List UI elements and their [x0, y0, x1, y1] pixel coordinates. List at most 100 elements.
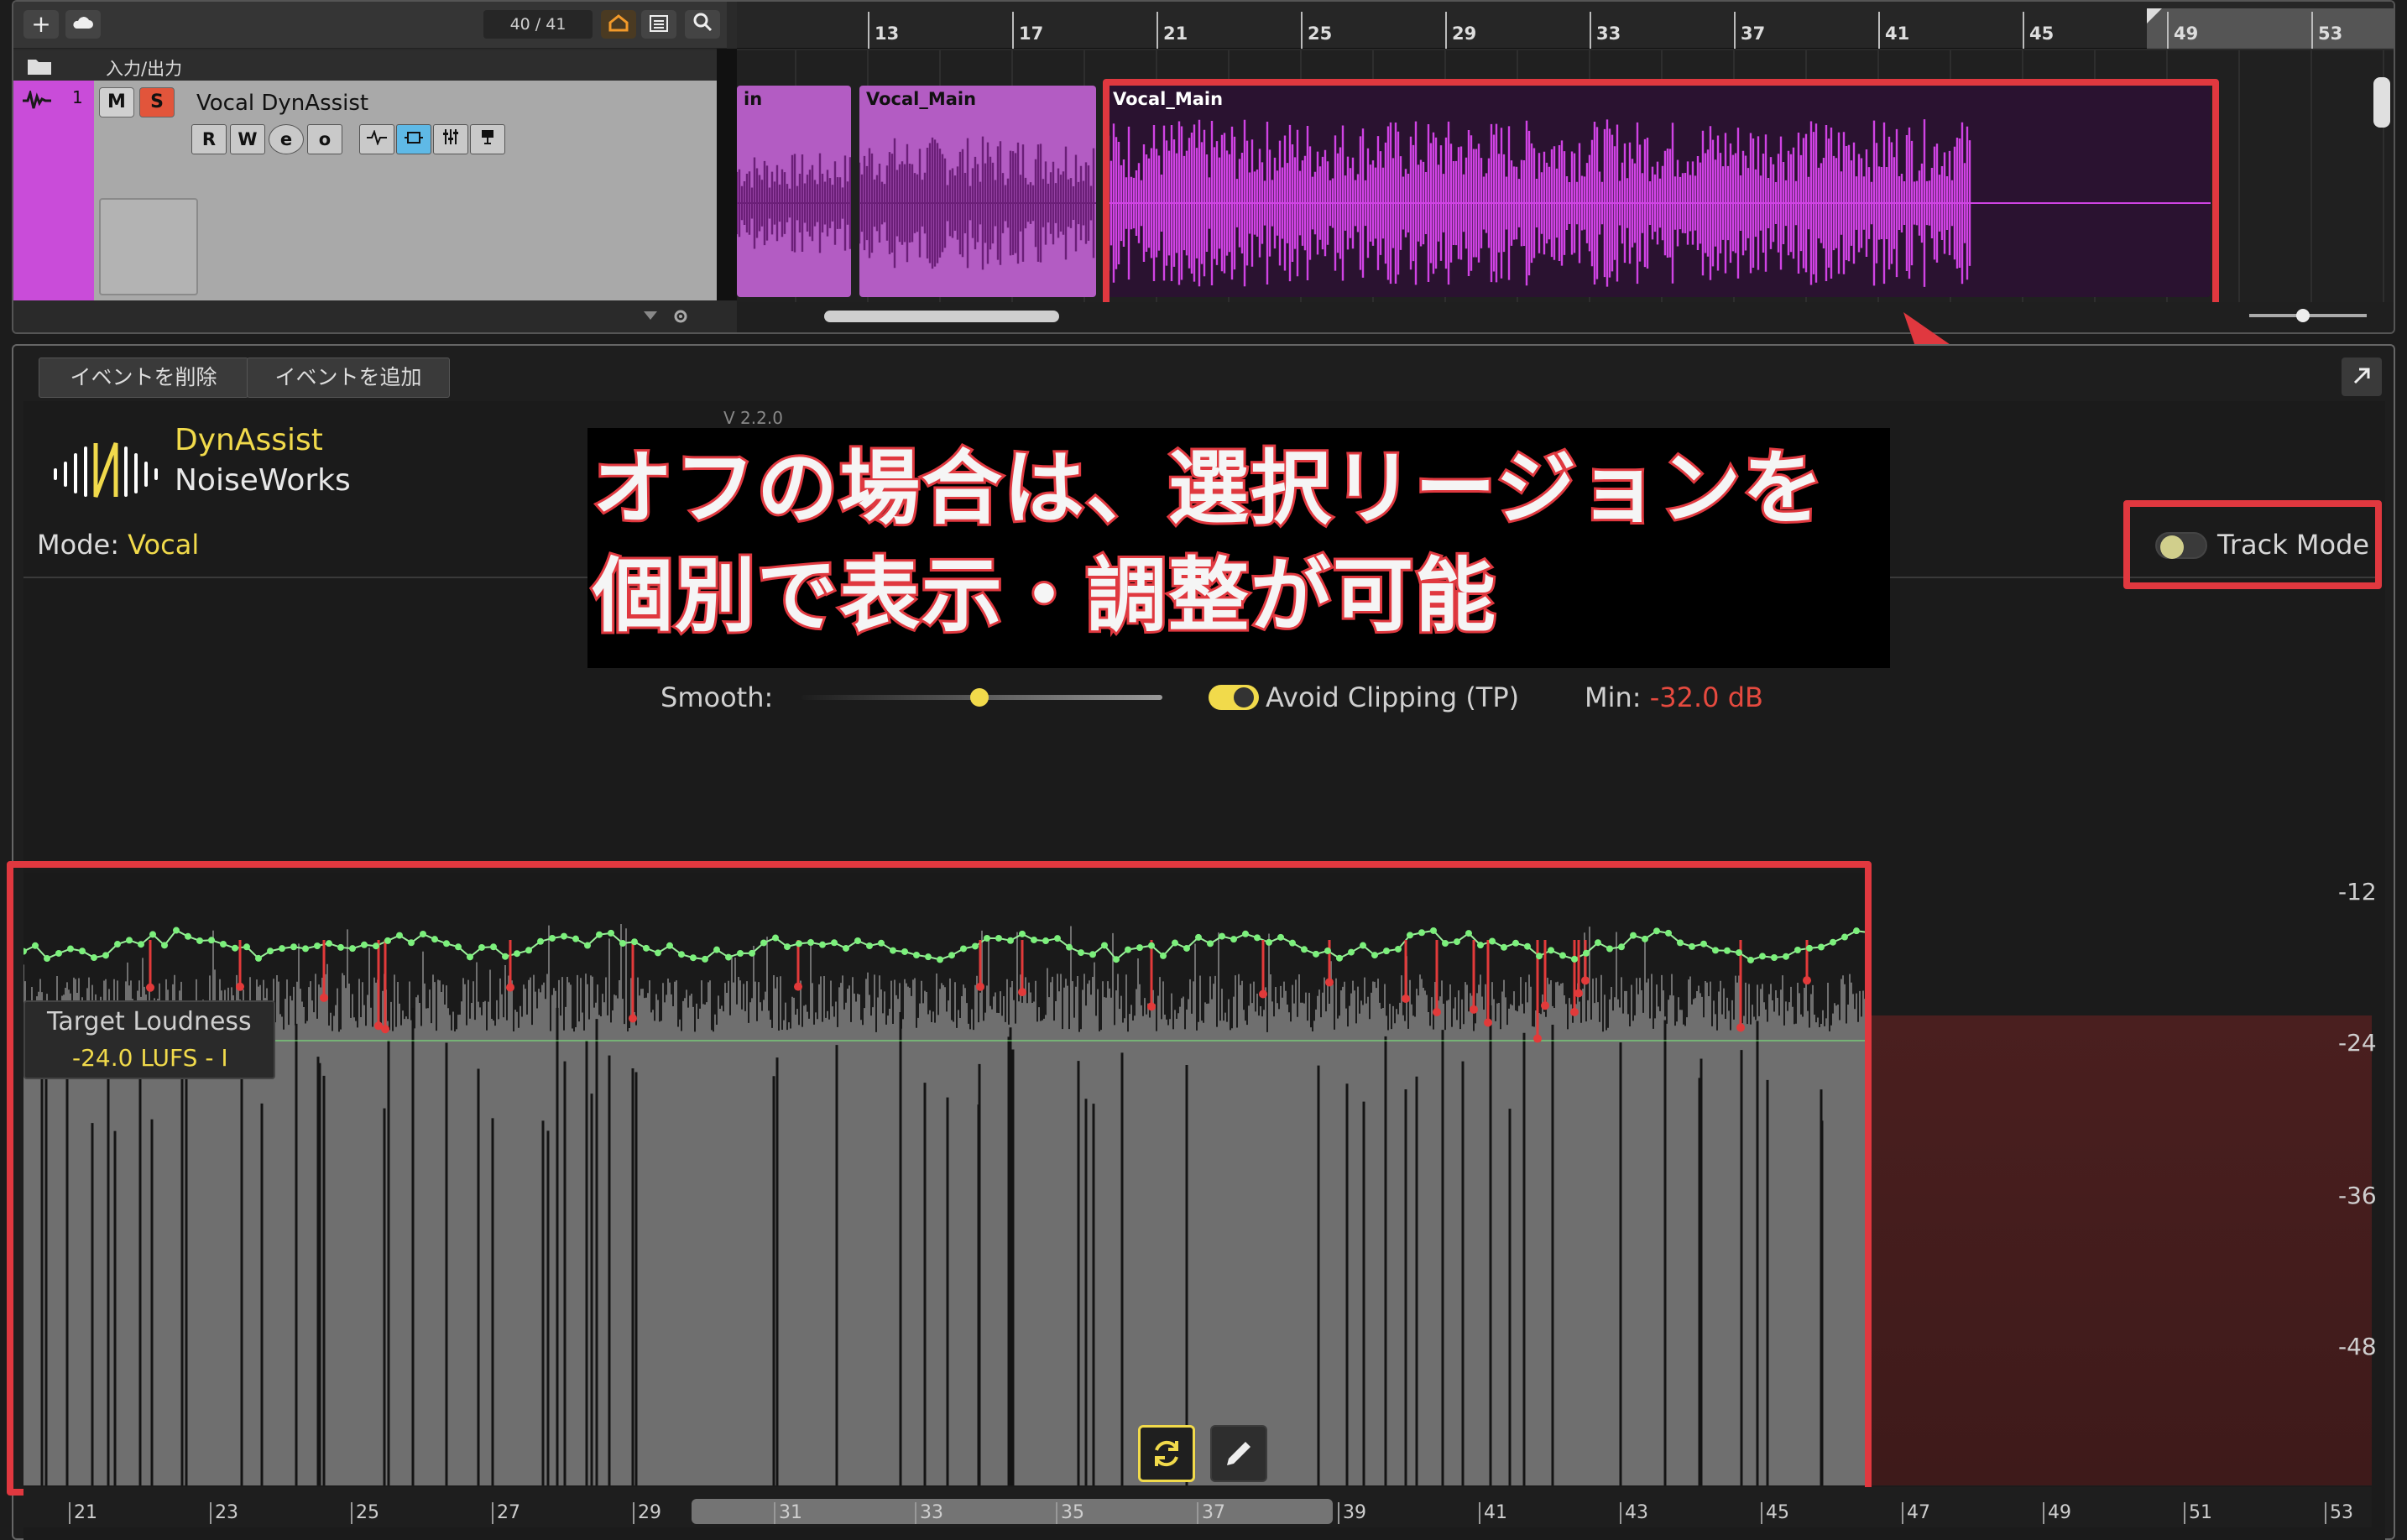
ruler-tick	[2023, 12, 2024, 49]
ruler-tick	[2311, 12, 2313, 49]
draw-button[interactable]	[1210, 1425, 1267, 1482]
ruler-bar-label: 21	[1163, 23, 1188, 44]
monitor-button[interactable]: o	[307, 124, 342, 154]
waveform-icon	[367, 129, 387, 146]
graph-ruler-tick	[1056, 1502, 1057, 1524]
divider[interactable]	[717, 49, 737, 300]
ruler-tick	[1301, 12, 1303, 49]
audio-event[interactable]: Vocal_Main	[859, 86, 1096, 297]
track-row[interactable]: M S Vocal DynAssist R W e o	[13, 81, 717, 300]
ruler-bar-label: 49	[2174, 23, 2199, 44]
event-title: Vocal_Main	[866, 89, 977, 109]
timeline-ruler[interactable]: 131721252933374145495357	[737, 2, 2394, 49]
smooth-label: Smooth:	[660, 681, 774, 713]
graph-ruler-label: 31	[779, 1502, 802, 1523]
add-events-button[interactable]: イベントを追加	[247, 358, 450, 398]
vertical-scroll-thumb[interactable]	[2373, 77, 2390, 128]
read-automation-button[interactable]: R	[191, 124, 227, 154]
io-folder-row[interactable]: 入力/出力	[13, 50, 717, 81]
solo-button[interactable]: S	[139, 87, 175, 117]
arrange-area[interactable]: in Vocal_Main Vocal_Main	[737, 50, 2394, 312]
graph-ruler-label: 45	[1766, 1502, 1789, 1523]
write-automation-button[interactable]: W	[230, 124, 265, 154]
db-scale-label: -48	[2338, 1333, 2377, 1360]
min-label: Min:	[1585, 681, 1650, 713]
graph-ruler-tick	[351, 1502, 352, 1524]
channel-settings-button[interactable]	[470, 124, 505, 154]
folder-icon	[28, 60, 51, 75]
scroll-thumb[interactable]	[824, 311, 1059, 322]
graph-ruler-label: 47	[1907, 1502, 1930, 1523]
mode-indicator[interactable]: Mode: Vocal	[37, 529, 199, 561]
min-gain-readout[interactable]: Min: -32.0 dB	[1585, 681, 1763, 713]
waveform-toggle-button[interactable]	[359, 124, 394, 154]
chevron-down-icon[interactable]	[643, 311, 658, 321]
track-number: 1	[72, 87, 83, 107]
graph-ruler-tick	[915, 1502, 916, 1524]
search-icon	[693, 13, 713, 32]
ruler-bar-label: 29	[1452, 23, 1477, 44]
graph-ruler-tick	[633, 1502, 634, 1524]
edit-channel-button[interactable]: e	[269, 124, 304, 154]
annotation-line-1: オフの場合は、選択リージョンを	[590, 439, 1825, 538]
horizontal-scrollbar[interactable]	[737, 302, 2394, 332]
vendor-name: NoiseWorks	[175, 463, 351, 498]
event-title: in	[744, 89, 763, 109]
ruler-tick	[1445, 12, 1447, 49]
add-track-preset-button[interactable]	[65, 10, 101, 39]
ruler-bar-label: 41	[1885, 23, 1910, 44]
audio-event[interactable]: in	[737, 86, 851, 297]
db-scale-label: -12	[2338, 878, 2377, 906]
graph-ruler-label: 35	[1061, 1502, 1084, 1523]
audio-track-icon	[23, 91, 51, 109]
track-name[interactable]: Vocal DynAssist	[196, 91, 368, 116]
gear-icon[interactable]	[671, 307, 690, 326]
avoid-clipping-toggle-knob[interactable]	[1234, 687, 1254, 707]
graph-ruler-tick	[1197, 1502, 1198, 1524]
graph-ruler-tick	[1761, 1502, 1762, 1524]
avoid-clipping-label: Avoid Clipping (TP)	[1266, 681, 1520, 713]
search-button[interactable]	[685, 10, 720, 39]
ruler-tick	[1012, 12, 1014, 49]
graph-ruler-label: 53	[2330, 1502, 2353, 1523]
smooth-slider-knob[interactable]	[970, 688, 989, 707]
graph-ruler-label: 41	[1484, 1502, 1507, 1523]
sync-button[interactable]	[1138, 1425, 1195, 1482]
ruler-tick	[1590, 12, 1591, 49]
graph-ruler-label: 37	[1202, 1502, 1225, 1523]
expand-button[interactable]	[2342, 358, 2382, 396]
graph-ruler-tick	[1479, 1502, 1480, 1524]
graph-ruler-tick	[2184, 1502, 2185, 1524]
mixer-sliders-icon	[443, 129, 458, 144]
annotation-highlight-event	[1103, 79, 2219, 312]
mute-button[interactable]: M	[99, 87, 134, 117]
add-track-button[interactable]: +	[23, 10, 59, 39]
ruler-bar-label: 45	[2029, 23, 2055, 44]
version-label: V 2.2.0	[723, 408, 783, 428]
refresh-icon	[1155, 1440, 1178, 1467]
track-thumbnail	[99, 198, 198, 295]
graph-ruler-label: 49	[2048, 1502, 2071, 1523]
home-button[interactable]	[601, 10, 636, 39]
track-list-footer	[13, 300, 717, 332]
graph-ruler-label: 51	[2189, 1502, 2212, 1523]
eq-button[interactable]	[433, 124, 468, 154]
list-view-button[interactable]	[641, 10, 676, 39]
graph-ruler-label: 43	[1625, 1502, 1648, 1523]
graph-ruler-label: 23	[215, 1502, 238, 1523]
inserts-button[interactable]	[396, 124, 431, 154]
track-color-strip[interactable]: 1	[13, 81, 94, 300]
delete-events-button[interactable]: イベントを削除	[39, 358, 248, 398]
cycle-markers	[2147, 8, 2162, 23]
graph-ruler-tick	[69, 1502, 70, 1524]
list-icon	[650, 15, 668, 32]
target-loudness-box[interactable]: Target Loudness -24.0 LUFS - I	[23, 1000, 275, 1079]
out-of-region-area	[1870, 1015, 2372, 1485]
graph-ruler-label: 29	[638, 1502, 661, 1523]
graph-ruler-label: 33	[920, 1502, 943, 1523]
pencil-icon	[1227, 1442, 1250, 1465]
channel-strip-icon	[482, 130, 493, 144]
zoom-slider-knob[interactable]	[2296, 309, 2310, 322]
daw-project-window: + 40 / 41 入力/出力 M S Vocal DynAssist R W …	[12, 0, 2395, 334]
mode-label: Mode:	[37, 529, 128, 561]
